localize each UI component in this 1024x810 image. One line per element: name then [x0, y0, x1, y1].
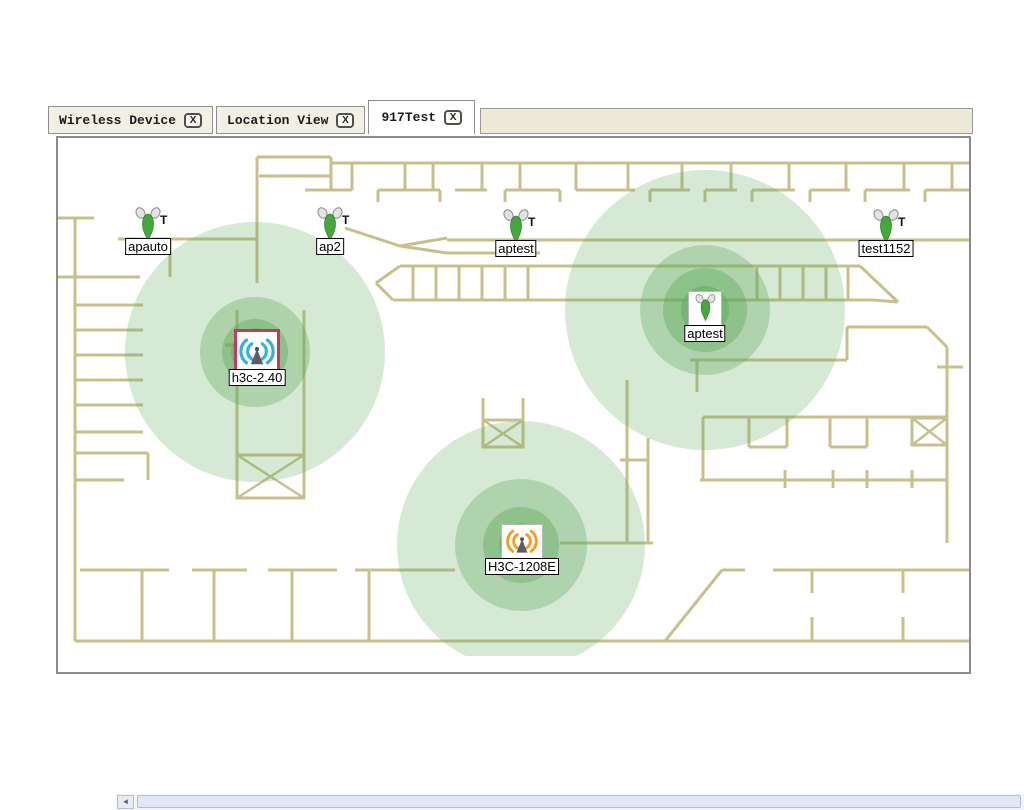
tab-strip-filler: [480, 108, 973, 134]
ap-marker-aptest[interactable]: aptest: [688, 291, 722, 329]
close-icon[interactable]: X: [444, 110, 462, 125]
ap-label: aptest: [684, 325, 725, 342]
floorplan-wall: [873, 300, 898, 302]
tab-location-view[interactable]: Location View X: [216, 106, 365, 134]
floorplan-wall: [665, 570, 722, 641]
scrollbar-left-button[interactable]: ◄: [117, 795, 134, 809]
antenna-type-marker: T: [898, 215, 905, 229]
ap-label: H3C-1208E: [485, 558, 559, 575]
ap-label: ap2: [316, 238, 344, 255]
horizontal-scrollbar[interactable]: ◄: [116, 794, 1024, 810]
antenna-type-marker: T: [160, 213, 167, 227]
ap-marker-aptest-top[interactable]: Taptest: [499, 208, 533, 249]
antenna-type-marker: T: [342, 213, 349, 227]
ap-label: test1152: [859, 240, 914, 257]
tab-bar: Wireless Device X Location View X 917Test X: [48, 99, 973, 134]
ap-frame: [688, 291, 722, 329]
antenna-icon: [692, 293, 719, 327]
floorplan-wall: [400, 246, 447, 253]
floorplan-wall: [376, 283, 393, 300]
ap-marker-apauto[interactable]: Tapauto: [131, 206, 165, 247]
ap-label: apauto: [125, 238, 171, 255]
tab-wireless-device[interactable]: Wireless Device X: [48, 106, 213, 134]
ap-marker-H3C-1208E[interactable]: H3C-1208E: [501, 524, 543, 560]
ap-marker-test1152[interactable]: Ttest1152: [869, 208, 903, 249]
ap-marker-ap2[interactable]: Tap2: [313, 206, 347, 247]
tab-917test[interactable]: 917Test X: [368, 100, 475, 134]
tab-label: Wireless Device: [59, 113, 176, 128]
ap-label: h3c-2.40: [229, 369, 286, 386]
antenna-type-marker: T: [528, 215, 535, 229]
tab-label: Location View: [227, 113, 328, 128]
ap-frame: [501, 524, 543, 560]
floorplan-wall: [927, 327, 947, 347]
close-icon[interactable]: X: [184, 113, 202, 128]
scrollbar-thumb[interactable]: [137, 795, 1021, 808]
ap-label: aptest: [495, 240, 536, 257]
floorplan-wall: [860, 266, 898, 302]
radio-wave-icon: [238, 332, 276, 373]
close-icon[interactable]: X: [336, 113, 354, 128]
tab-label: 917Test: [381, 110, 436, 125]
ap-marker-h3c-2.40[interactable]: h3c-2.40: [234, 329, 280, 375]
floorplan-wall: [376, 266, 400, 283]
floorplan-wall: [400, 238, 447, 246]
radio-wave-icon: [505, 524, 539, 561]
floorplan-wall: [345, 228, 400, 246]
